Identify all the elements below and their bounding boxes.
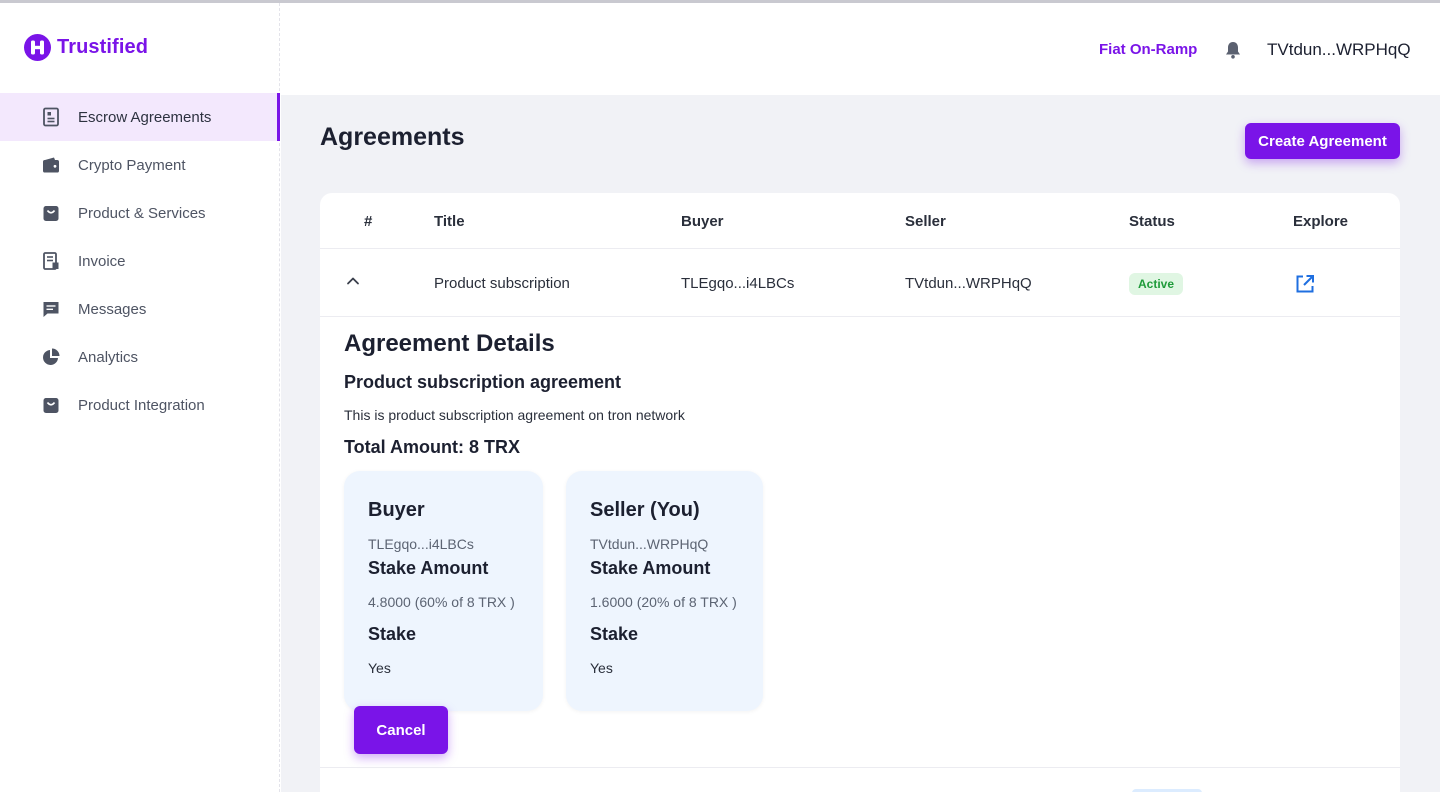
seller-stake-amount-label: Stake Amount <box>590 558 711 578</box>
wallet-address[interactable]: TVtdun...WRPHqQ <box>1267 40 1411 60</box>
document-icon <box>40 106 62 128</box>
agreements-table: # Title Buyer Seller Status Explore Prod… <box>320 193 1400 792</box>
seller-stake-value: Yes <box>590 660 613 676</box>
sidebar-item-messages[interactable]: Messages <box>0 285 279 333</box>
details-subtitle: Product subscription agreement <box>344 372 622 392</box>
seller-stake-amount-value: 1.6000 (20% of 8 TRX ) <box>590 594 737 610</box>
external-link-icon[interactable] <box>1294 273 1316 295</box>
main-content: Agreements Create Agreement # Title Buye… <box>281 95 1440 792</box>
wallet-icon <box>40 154 62 176</box>
seller-role: Seller (You) <box>590 499 700 521</box>
buyer-stake-value: Yes <box>368 660 391 676</box>
sidebar-nav: Escrow Agreements Crypto Payment Product… <box>0 93 280 429</box>
sidebar-item-label: Product & Services <box>78 204 206 222</box>
buyer-stake-amount-value: 4.8000 (60% of 8 TRX ) <box>368 594 515 610</box>
buyer-role: Buyer <box>368 499 425 521</box>
sidebar-item-label: Messages <box>78 300 147 318</box>
bell-icon[interactable] <box>1223 40 1243 60</box>
sidebar-item-label: Product Integration <box>78 396 205 414</box>
fiat-on-ramp-link[interactable]: Fiat On-Ramp <box>1099 41 1197 58</box>
sidebar-item-label: Escrow Agreements <box>78 108 212 126</box>
sidebar-item-analytics[interactable]: Analytics <box>0 333 279 381</box>
details-heading: Agreement Details <box>344 330 555 357</box>
row-divider <box>320 767 1400 768</box>
bag-icon <box>40 394 62 416</box>
buyer-address: TLEgqo...i4LBCs <box>368 536 474 552</box>
table-header: # Title Buyer Seller Status Explore <box>320 193 1400 249</box>
status-badge: Active <box>1129 273 1184 295</box>
column-header-number: # <box>364 213 373 230</box>
sidebar-item-label: Analytics <box>78 348 139 366</box>
pie-chart-icon <box>40 346 62 368</box>
sidebar-item-label: Invoice <box>78 252 126 270</box>
sidebar: Trustified Escrow Agreements Crypto Paym… <box>0 3 280 792</box>
seller-card: Seller (You) TVtdun...WRPHqQ Stake Amoun… <box>566 471 763 711</box>
sidebar-item-invoice[interactable]: Invoice <box>0 237 279 285</box>
column-header-seller: Seller <box>905 213 946 230</box>
sidebar-item-label: Crypto Payment <box>78 156 186 174</box>
bag-icon <box>40 202 62 224</box>
invoice-icon <box>40 250 62 272</box>
row-seller: TVtdun...WRPHqQ <box>905 275 1032 292</box>
page-title: Agreements <box>320 123 465 151</box>
column-header-status: Status <box>1129 213 1175 230</box>
brand-name: Trustified <box>57 36 149 58</box>
sidebar-item-crypto-payment[interactable]: Crypto Payment <box>0 141 279 189</box>
buyer-stake-label: Stake <box>368 624 417 644</box>
column-header-explore: Explore <box>1293 213 1349 230</box>
row-buyer: TLEgqo...i4LBCs <box>681 275 795 292</box>
cancel-button[interactable]: Cancel <box>354 706 448 754</box>
top-header: Fiat On-Ramp TVtdun...WRPHqQ <box>281 3 1440 95</box>
column-header-buyer: Buyer <box>681 213 724 230</box>
details-total-amount: Total Amount: 8 TRX <box>344 437 520 457</box>
table-row[interactable]: Product subscription TLEgqo...i4LBCs TVt… <box>320 250 1400 317</box>
column-header-title: Title <box>434 213 465 230</box>
row-title: Product subscription <box>434 275 570 292</box>
buyer-card: Buyer TLEgqo...i4LBCs Stake Amount 4.800… <box>344 471 543 711</box>
sidebar-item-product-services[interactable]: Product & Services <box>0 189 279 237</box>
create-agreement-button[interactable]: Create Agreement <box>1245 123 1400 159</box>
sidebar-item-escrow-agreements[interactable]: Escrow Agreements <box>0 93 280 141</box>
details-description: This is product subscription agreement o… <box>344 407 685 423</box>
message-icon <box>40 298 62 320</box>
buyer-stake-amount-label: Stake Amount <box>368 558 489 578</box>
trustified-logo-icon <box>24 34 51 61</box>
brand-logo[interactable]: Trustified <box>24 34 148 61</box>
sidebar-item-product-integration[interactable]: Product Integration <box>0 381 279 429</box>
seller-stake-label: Stake <box>590 624 639 644</box>
chevron-up-icon[interactable] <box>344 272 362 290</box>
seller-address: TVtdun...WRPHqQ <box>590 536 709 552</box>
